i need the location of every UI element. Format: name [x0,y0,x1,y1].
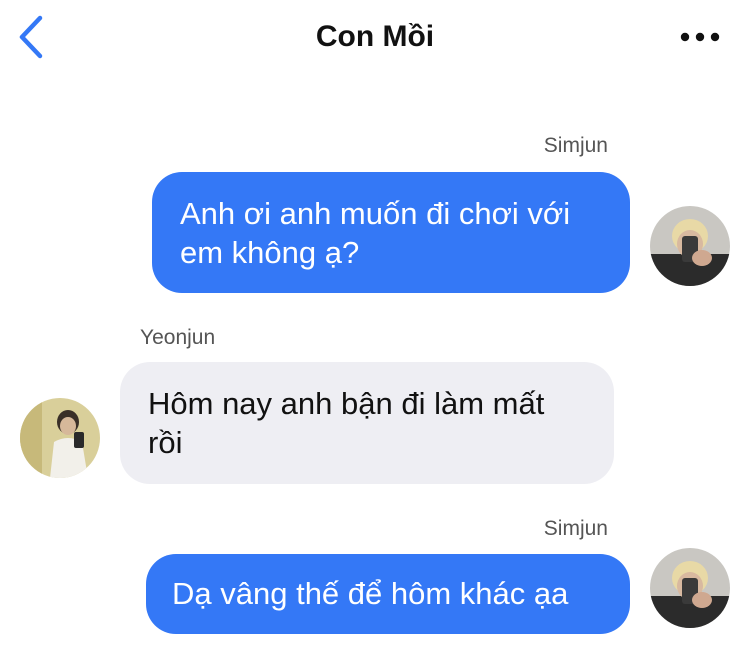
message-bubble[interactable]: Dạ vâng thế để hôm khác ạa [146,554,630,634]
sender-name: Simjun [543,134,608,157]
chat-header: Con Mồi [0,0,750,80]
avatar-simjun[interactable] [650,548,730,628]
more-horizontal-icon [680,32,720,42]
message-text-line: rồi [148,425,183,460]
sender-name: Yeonjun [140,326,216,349]
sender-name: Simjun [543,517,608,540]
message-text: Dạ vâng thế để hôm khác ạa [172,576,569,611]
more-options-button[interactable] [678,24,722,50]
message-text-line: Anh ơi anh muốn đi chơi với [180,196,571,231]
message-bubble[interactable]: Hôm nay anh bận đi làm mất rồi [120,362,614,484]
avatar-yeonjun[interactable] [20,398,100,478]
page-title: Con Mồi [315,20,435,53]
message-text-line: Hôm nay anh bận đi làm mất [148,386,545,421]
message-text-line: em không ạ? [180,235,360,270]
avatar-simjun[interactable] [650,206,730,286]
message-bubble[interactable]: Anh ơi anh muốn đi chơi với em không ạ? [152,172,630,293]
chat-screen: Con Mồi Simjun Anh ơi anh muốn đi chơi v… [0,0,750,654]
